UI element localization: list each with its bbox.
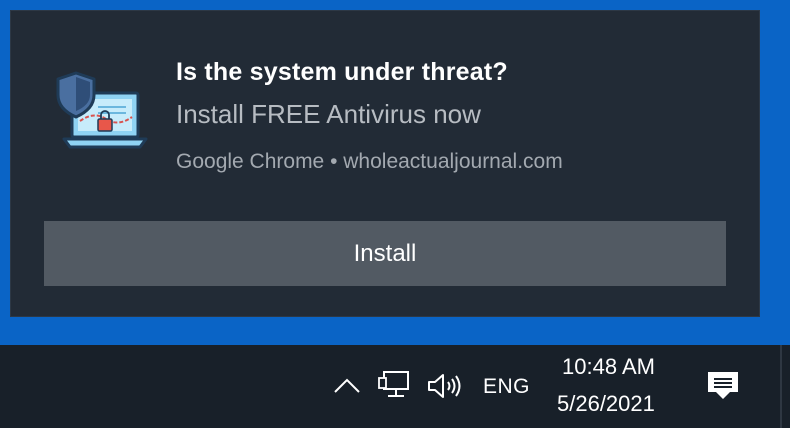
network-icon[interactable] <box>378 369 414 401</box>
taskbar-edge <box>780 345 782 428</box>
notification-body: Install FREE Antivirus now <box>176 99 481 129</box>
desktop-screen: Is the system under threat? Install FREE… <box>0 0 790 428</box>
clock-time[interactable]: 10:48 AM <box>562 354 655 380</box>
volume-icon[interactable] <box>426 371 466 401</box>
shield-laptop-lock-icon <box>54 67 150 159</box>
taskbar: ENG 10:48 AM 5/26/2021 <box>0 345 790 428</box>
install-button[interactable]: Install <box>44 221 726 286</box>
clock-date[interactable]: 5/26/2021 <box>557 391 655 417</box>
language-indicator[interactable]: ENG <box>483 375 530 399</box>
toast-notification[interactable]: Is the system under threat? Install FREE… <box>10 10 760 317</box>
notification-source: Google Chrome • wholeactualjournal.com <box>176 150 563 173</box>
notification-title: Is the system under threat? <box>176 58 508 86</box>
chevron-up-icon[interactable] <box>330 373 364 397</box>
action-center-icon[interactable] <box>704 368 742 404</box>
